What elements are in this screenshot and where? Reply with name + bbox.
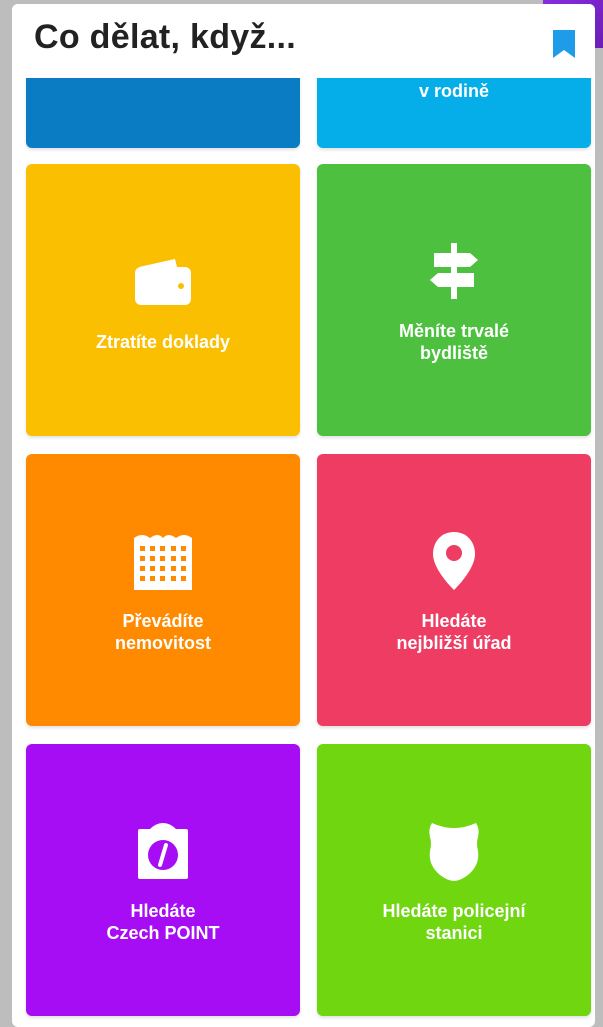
tile-police-station-label: Hledáte policejní stanici	[382, 901, 526, 943]
tile-transfer-property[interactable]: Převádíte nemovitost	[26, 454, 300, 726]
tile-lost-documents[interactable]: Ztratíte doklady	[26, 164, 300, 436]
tile-nearest-office-label: Hledáte nejbližší úřad	[396, 611, 512, 653]
wallet-icon	[128, 247, 198, 317]
bookmark-icon[interactable]	[553, 30, 575, 58]
tile-family-label: v rodině	[418, 81, 489, 101]
signpost-icon	[419, 236, 489, 306]
tile-change-residence-label: Měníte trvalé bydliště	[398, 321, 510, 363]
tile-transfer-property-label: Převádíte nemovitost	[114, 611, 211, 653]
tile-czech-point[interactable]: Hledáte Czech POINT	[26, 744, 300, 1016]
czech-point-icon	[128, 816, 198, 886]
tile-czech-point-label: Hledáte Czech POINT	[106, 901, 220, 943]
tile-change-residence[interactable]: Měníte trvalé bydliště	[317, 164, 591, 436]
tile-police-station[interactable]: Hledáte policejní stanici	[317, 744, 591, 1016]
tile-grid: v rodině Ztratíte doklady Měníte trvalé …	[12, 4, 595, 1027]
building-icon	[128, 526, 198, 596]
app-screen: v rodině Ztratíte doklady Měníte trvalé …	[12, 4, 595, 1027]
tile-nearest-office[interactable]: Hledáte nejbližší úřad	[317, 454, 591, 726]
police-badge-icon	[419, 816, 489, 886]
app-header: Co dělat, když...	[12, 4, 595, 78]
page-title: Co dělat, když...	[34, 18, 297, 56]
map-pin-icon	[419, 526, 489, 596]
tile-lost-documents-label: Ztratíte doklady	[95, 332, 231, 352]
